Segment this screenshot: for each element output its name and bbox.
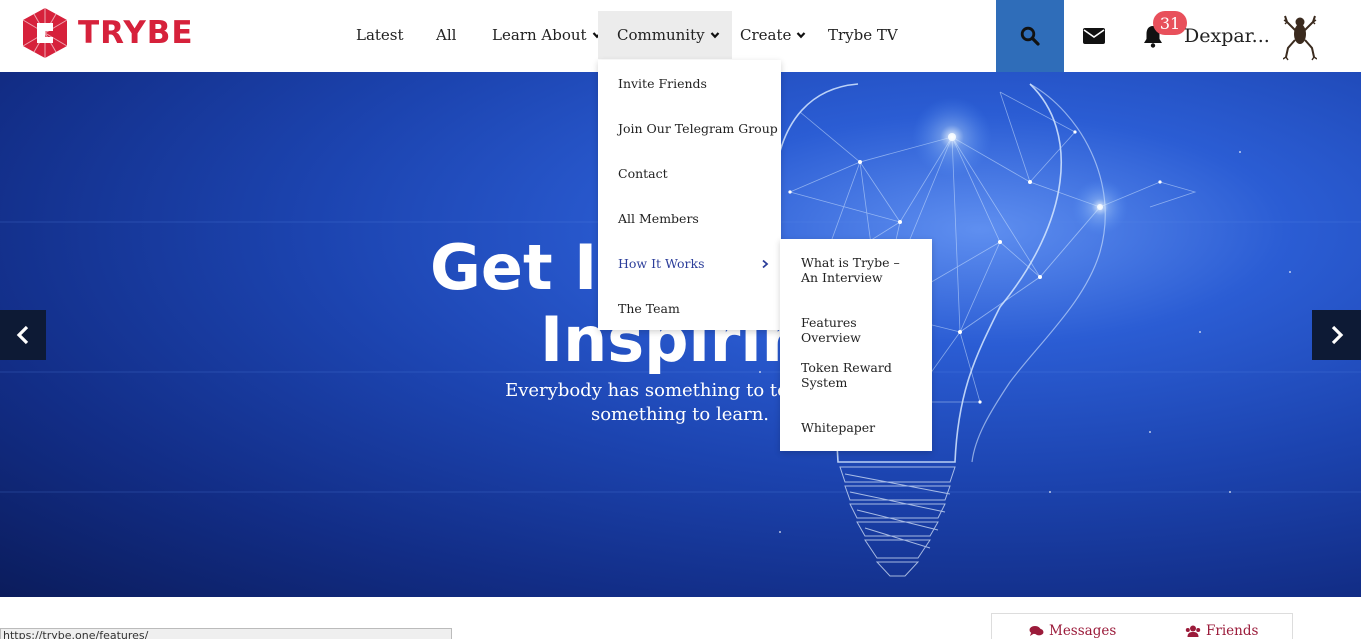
brand-name: TRYBE: [78, 15, 194, 51]
how-it-works-submenu: What is Trybe – An Interview Features Ov…: [780, 239, 932, 451]
nav-label: Learn About: [492, 26, 587, 44]
slider-prev-button[interactable]: [0, 310, 46, 360]
comments-icon: [1029, 626, 1044, 636]
menu-item-the-team[interactable]: The Team: [618, 301, 680, 316]
nav-label: Community: [617, 26, 705, 44]
submenu-item-interview[interactable]: What is Trybe – An Interview: [801, 255, 919, 285]
nav-all[interactable]: All: [436, 11, 456, 59]
chevron-right-icon: [762, 259, 769, 269]
notification-badge: 31: [1153, 11, 1187, 35]
nav-learn-about[interactable]: Learn About: [492, 11, 602, 59]
tab-friends[interactable]: Friends: [1185, 623, 1258, 639]
menu-item-invite-friends[interactable]: Invite Friends: [618, 76, 707, 91]
menu-item-all-members[interactable]: All Members: [618, 211, 699, 226]
nav-label: Trybe TV: [828, 26, 898, 44]
nav-create[interactable]: Create: [740, 11, 806, 59]
slider-next-button[interactable]: [1312, 310, 1361, 360]
tab-messages[interactable]: Messages: [1029, 623, 1116, 639]
nav-community[interactable]: Community: [598, 11, 732, 59]
nav-label: Create: [740, 26, 792, 44]
chevron-right-icon: [1331, 325, 1343, 345]
chevron-down-icon: [710, 32, 719, 39]
frog-avatar[interactable]: [1283, 12, 1317, 62]
chevron-down-icon: [797, 32, 806, 39]
menu-item-telegram[interactable]: Join Our Telegram Group: [618, 121, 778, 136]
tab-label: Friends: [1206, 623, 1259, 639]
messages-friends-widget: Messages Friends: [991, 613, 1293, 639]
submenu-item-features-overview[interactable]: Features Overview: [801, 315, 919, 345]
trybe-logo-icon: [22, 8, 68, 58]
submenu-item-token-reward[interactable]: Token Reward System: [801, 360, 919, 390]
submenu-item-whitepaper[interactable]: Whitepaper: [801, 420, 919, 435]
envelope-icon[interactable]: [1083, 27, 1105, 45]
nav-trybe-tv[interactable]: Trybe TV: [828, 11, 898, 59]
tab-label: Messages: [1049, 623, 1117, 639]
users-icon: [1185, 625, 1201, 637]
nav-label: All: [436, 26, 457, 44]
menu-item-contact[interactable]: Contact: [618, 166, 668, 181]
nav-latest[interactable]: Latest: [356, 11, 404, 59]
chevron-left-icon: [16, 325, 29, 345]
search-icon: [1020, 26, 1040, 46]
search-button[interactable]: [996, 0, 1064, 72]
status-bar-url: https://trybe.one/features/: [0, 628, 452, 639]
menu-item-how-it-works[interactable]: How It Works: [618, 256, 705, 271]
community-dropdown: Invite Friends Join Our Telegram Group C…: [598, 60, 781, 330]
nav-label: Latest: [356, 26, 404, 44]
brand-logo[interactable]: TRYBE: [20, 7, 194, 59]
username[interactable]: Dexpar...: [1184, 25, 1270, 47]
